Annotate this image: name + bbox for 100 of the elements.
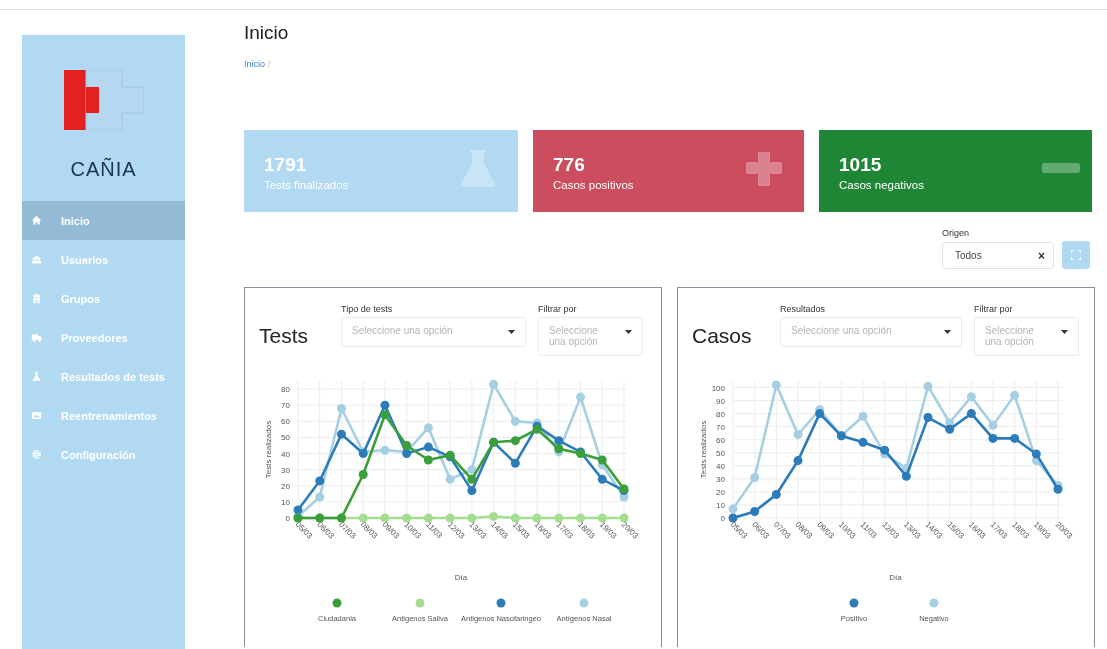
origin-select[interactable]: Todos × xyxy=(942,242,1054,269)
sidebar-item[interactable]: Configuración xyxy=(22,435,185,474)
data-point xyxy=(1053,484,1063,494)
axis-title: Tests realizados xyxy=(699,420,708,479)
data-point xyxy=(467,465,477,475)
axis-tick-label: 10 xyxy=(716,500,725,510)
axis-tick-label: 50 xyxy=(281,433,290,443)
data-point xyxy=(358,470,368,479)
data-point xyxy=(315,492,325,502)
caret-icon xyxy=(1061,330,1068,334)
stat-value: 776 xyxy=(553,154,586,176)
breadcrumb-separator: / xyxy=(268,59,271,69)
select-field[interactable]: Seleccione una opción xyxy=(341,317,526,347)
logo-icon xyxy=(63,70,144,130)
select-field[interactable]: Seleccione una opción xyxy=(974,317,1079,356)
sidebar-item[interactable]: Reentrenamientos xyxy=(22,396,185,435)
data-point xyxy=(380,400,390,410)
data-point xyxy=(1010,390,1020,400)
data-point xyxy=(445,513,455,523)
axis-tick-label: 60 xyxy=(716,435,725,445)
data-point xyxy=(728,504,738,514)
users-icon xyxy=(31,254,42,265)
data-point xyxy=(423,455,433,465)
minus-icon xyxy=(1042,163,1080,173)
data-point xyxy=(402,440,412,450)
data-point xyxy=(793,430,803,439)
data-point xyxy=(315,476,325,486)
axis-tick-label: 0 xyxy=(285,514,290,523)
truck-icon xyxy=(31,332,42,343)
filter-label: Tipo de tests xyxy=(341,304,394,314)
data-point xyxy=(489,379,499,389)
axis-tick-label: 70 xyxy=(716,422,725,432)
data-point xyxy=(923,381,933,391)
axis-tick-label: 40 xyxy=(281,449,290,459)
axis-tick-label: 60 xyxy=(281,417,290,427)
select-field[interactable]: Seleccione una opción xyxy=(780,317,962,347)
clear-button[interactable]: × xyxy=(1038,248,1045,263)
sidebar-item[interactable]: Inicio xyxy=(22,201,185,240)
data-point xyxy=(858,411,868,421)
axis-tick-label: 70 xyxy=(281,401,290,411)
data-point xyxy=(510,458,520,468)
stat-label: Tests finalizados xyxy=(264,179,349,191)
data-point xyxy=(945,424,955,434)
filter-label: Filtrar por xyxy=(538,304,578,314)
data-point xyxy=(380,513,390,523)
caret-icon xyxy=(625,330,632,334)
data-point xyxy=(858,437,868,447)
data-point xyxy=(619,513,629,523)
caret-icon xyxy=(508,330,515,334)
axis-tick-label: 90 xyxy=(716,396,725,406)
breadcrumb-link[interactable]: Inicio xyxy=(244,59,265,69)
data-point xyxy=(358,513,368,523)
axis-tick-label: 10 xyxy=(281,497,290,507)
data-point xyxy=(1010,433,1020,443)
axis-tick-label: 20 xyxy=(281,481,290,491)
brand-name: CAÑIA xyxy=(69,158,138,181)
data-point xyxy=(966,392,976,402)
data-point xyxy=(597,513,607,523)
axis-tick-label: 20 xyxy=(716,487,725,497)
data-point xyxy=(336,403,346,413)
data-point xyxy=(293,505,303,515)
stat-value: 1015 xyxy=(839,154,883,176)
data-point xyxy=(467,474,477,484)
data-point xyxy=(576,513,586,523)
stat-label: Casos positivos xyxy=(553,179,634,191)
sidebar-item[interactable]: Grupos xyxy=(22,279,185,318)
axis-tick-label: 50 xyxy=(716,448,725,458)
chart-title: Casos xyxy=(692,324,753,348)
filter-label: Resultados xyxy=(780,304,827,314)
axis-title: Día xyxy=(889,573,902,582)
data-point xyxy=(966,409,976,419)
data-point xyxy=(815,409,825,419)
data-point xyxy=(510,436,520,446)
data-point xyxy=(901,463,911,473)
data-point xyxy=(423,423,433,433)
data-point xyxy=(510,416,520,426)
data-point xyxy=(336,429,346,439)
axis-tick-label: 40 xyxy=(716,461,725,471)
data-point xyxy=(597,474,607,484)
sidebar-item[interactable]: Resultados de tests xyxy=(22,357,185,396)
data-point xyxy=(380,410,390,420)
settings-icon xyxy=(31,449,42,460)
expand-icon xyxy=(1071,250,1081,260)
axis-title: Tests realizados xyxy=(264,420,273,479)
data-point xyxy=(880,445,890,455)
filter-label: Filtrar por xyxy=(974,304,1014,314)
data-point xyxy=(750,507,760,516)
sidebar-item[interactable]: Usuarios xyxy=(22,240,185,279)
data-point xyxy=(467,486,477,496)
select-field[interactable]: Seleccione una opción xyxy=(538,317,643,356)
chart-title: Tests xyxy=(259,324,309,348)
data-point xyxy=(423,513,433,523)
data-point xyxy=(901,471,911,481)
fullscreen-button[interactable] xyxy=(1062,241,1090,269)
data-point xyxy=(597,455,607,465)
field-label: Origen xyxy=(942,228,970,238)
axis-tick-label: 30 xyxy=(716,474,725,484)
data-point xyxy=(554,513,564,523)
data-point xyxy=(988,433,998,443)
sidebar-item[interactable]: Proveedores xyxy=(22,318,185,357)
